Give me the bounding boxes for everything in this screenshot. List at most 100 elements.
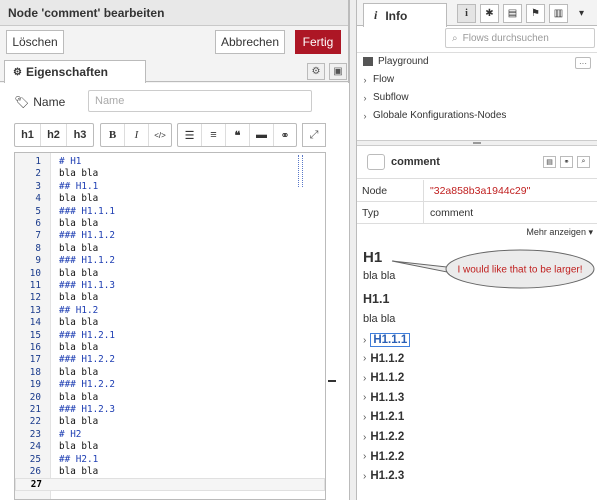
line-number: 6 <box>35 218 41 229</box>
prop-value-node-id[interactable]: "32a858b3a1944c29" <box>430 185 530 197</box>
doc-section-heading[interactable]: › H1.2.3 <box>363 470 404 482</box>
code-line[interactable]: 2 bla bla <box>15 168 325 180</box>
help-tab-button[interactable]: ▤ <box>503 4 522 23</box>
more-button[interactable]: ··· <box>575 57 591 69</box>
tab-info[interactable]: i Info <box>363 3 447 27</box>
code-editor[interactable]: 1 # H1 2 bla bla 3 ## H1.1 4 bla bla 5 ### H1.1.1… <box>14 152 326 500</box>
code-text: ### H1.1.3 <box>59 280 115 291</box>
code-line[interactable]: 19 ### H1.2.2 <box>15 379 325 391</box>
code-line[interactable]: 24 bla bla <box>15 441 325 453</box>
done-button[interactable]: Fertig <box>295 30 341 54</box>
code-line[interactable]: 16 bla bla <box>15 342 325 354</box>
line-number: 27 <box>30 479 42 491</box>
search-icon: ⌕ <box>452 32 458 44</box>
tab-info-label: Info <box>385 8 408 23</box>
tree-item-flow[interactable]: › Flow <box>357 71 597 88</box>
h1-button[interactable]: h1 <box>15 124 41 146</box>
code-text: bla bla <box>59 267 99 279</box>
code-line[interactable]: 27 <box>15 478 325 491</box>
line-number: 12 <box>29 292 41 304</box>
code-line[interactable]: 5 ### H1.1.1 <box>15 206 325 218</box>
code-line[interactable]: 11 ### H1.1.3 <box>15 280 325 292</box>
config-tab-button[interactable]: ⚑ <box>526 4 545 23</box>
editor-button-row: Löschen Abbrechen Fertig <box>0 27 349 57</box>
code-line[interactable]: 7 ### H1.1.2 <box>15 230 325 242</box>
doc-section-heading[interactable]: › H1.1.2 <box>363 353 404 365</box>
line-number: 24 <box>29 441 41 453</box>
code-line[interactable]: 26 bla bla <box>15 466 325 478</box>
code-text: bla bla <box>59 416 99 428</box>
code-line[interactable]: 17 ### H1.2.2 <box>15 354 325 366</box>
code-button[interactable]: </> <box>149 124 171 146</box>
code-text: ## H1.2 <box>59 304 99 316</box>
code-line[interactable]: 1 # H1 <box>15 156 325 168</box>
doc-section-heading[interactable]: › H1.1.2 <box>363 372 404 384</box>
settings-gear-button[interactable]: ⚙ <box>307 63 325 80</box>
code-line[interactable]: 3 ## H1.1 <box>15 181 325 193</box>
delete-button[interactable]: Löschen <box>6 30 64 54</box>
tree-item-playground[interactable]: Playground ··· <box>357 53 597 70</box>
debug-tab-button[interactable]: ✱ <box>480 4 499 23</box>
code-line[interactable]: 20 bla bla <box>15 392 325 404</box>
ordered-list-button[interactable]: ☰ <box>178 124 202 146</box>
code-line[interactable]: 13 ## H1.2 <box>15 305 325 317</box>
dashboard-tab-button[interactable]: ▥ <box>549 4 568 23</box>
code-line[interactable]: 6 bla bla <box>15 218 325 230</box>
prop-row-type: Typ comment <box>357 202 597 224</box>
tab-properties[interactable]: ⚙ Eigenschaften <box>4 60 146 83</box>
doc-section-heading[interactable]: › H1.1.3 <box>363 392 404 404</box>
appearance-button[interactable]: ▣ <box>329 63 347 80</box>
code-line[interactable]: 12 bla bla <box>15 292 325 304</box>
sidebar-menu-button[interactable]: ▾ <box>572 4 591 23</box>
link-button[interactable]: ⚭ <box>274 124 296 146</box>
link-node-button[interactable]: ⚭ <box>560 156 573 168</box>
sidebar-splitter[interactable] <box>357 140 597 146</box>
tree-item-subflow[interactable]: › Subflow <box>357 89 597 106</box>
tree-flow-label: Flow <box>373 74 395 85</box>
unordered-list-button[interactable]: ≡ <box>202 124 226 146</box>
annotation-callout: I would like that to be larger! <box>391 249 595 289</box>
code-line[interactable]: 9 ### H1.1.2 <box>15 255 325 267</box>
code-line[interactable]: 10 bla bla <box>15 268 325 280</box>
code-line[interactable]: 14 bla bla <box>15 317 325 329</box>
quote-button[interactable]: ❝ <box>226 124 250 146</box>
code-line[interactable]: 22 bla bla <box>15 416 325 428</box>
show-help-button[interactable]: ▤ <box>543 156 556 168</box>
chevron-right-icon: › <box>363 392 367 404</box>
doc-section-heading[interactable]: › H1.2.1 <box>363 411 404 423</box>
code-line[interactable]: 21 ### H1.2.3 <box>15 404 325 416</box>
search-node-button[interactable]: ⌕ <box>577 156 590 168</box>
line-number: 17 <box>29 354 41 366</box>
code-line[interactable]: 18 bla bla <box>15 367 325 379</box>
flows-search-input[interactable]: ⌕ Flows durchsuchen <box>445 28 595 48</box>
ordered-list-icon: ☰ <box>184 129 195 142</box>
code-line[interactable]: 23 # H2 <box>15 429 325 441</box>
info-tab-button[interactable]: i <box>457 4 476 23</box>
h2-button[interactable]: h2 <box>41 124 67 146</box>
italic-button[interactable]: I <box>125 124 149 146</box>
tree-subflow-label: Subflow <box>373 92 409 103</box>
doc-section-label: H1.2.2 <box>370 450 405 463</box>
cancel-button[interactable]: Abbrechen <box>215 30 285 54</box>
doc-section-heading[interactable]: › H1.1.1 <box>363 333 411 347</box>
code-line[interactable]: 8 bla bla <box>15 243 325 255</box>
bold-button[interactable]: B <box>101 124 125 146</box>
panel-separator[interactable] <box>349 0 356 500</box>
rule-button[interactable]: ▬ <box>250 124 274 146</box>
h3-button[interactable]: h3 <box>67 124 93 146</box>
code-line[interactable]: 25 ## H2.1 <box>15 454 325 466</box>
line-number: 11 <box>29 280 41 291</box>
name-input[interactable]: Name <box>88 90 312 112</box>
expand-editor-button[interactable]: ⤢ <box>302 123 326 147</box>
show-more-link[interactable]: Mehr anzeigen ▾ <box>526 227 593 238</box>
tree-item-global-config[interactable]: › Globale Konfigurations-Nodes <box>357 107 597 124</box>
gear-icon: ⚙ <box>311 66 321 77</box>
doc-section-heading[interactable]: › H1.2.2 <box>363 431 404 443</box>
code-line[interactable]: 4 bla bla <box>15 193 325 205</box>
scrollbar-marker[interactable] <box>328 380 336 382</box>
list-icon: ≡ <box>210 129 217 141</box>
doc-section-label: H1.2.2 <box>370 431 405 443</box>
doc-section-heading[interactable]: › H1.2.2 <box>363 451 404 463</box>
line-number: 3 <box>35 180 41 192</box>
code-line[interactable]: 15 ### H1.2.1 <box>15 330 325 342</box>
